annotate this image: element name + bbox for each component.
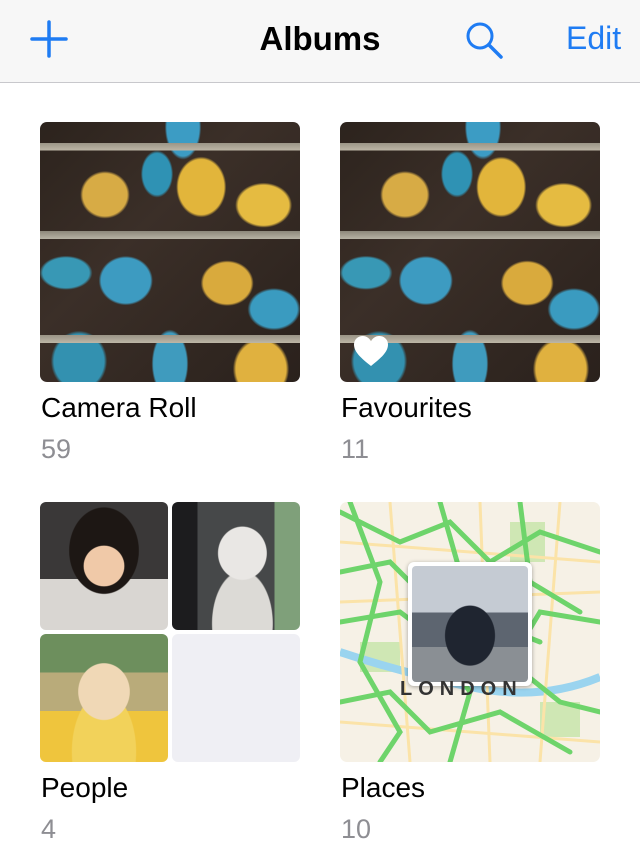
navigation-bar: Albums Edit — [0, 0, 640, 83]
album-name: Camera Roll — [41, 392, 197, 423]
album-name: Favourites — [341, 392, 472, 423]
album-thumbnail — [40, 122, 300, 382]
album-camera-roll[interactable]: Camera Roll 59 — [40, 122, 300, 467]
album-places[interactable]: LONDON Places 10 — [340, 502, 600, 847]
edit-button[interactable]: Edit — [566, 20, 621, 57]
album-count: 10 — [341, 814, 372, 844]
heart-icon — [354, 336, 388, 366]
person-thumbnail — [172, 502, 300, 630]
album-name: Places — [341, 772, 426, 803]
person-thumbnail — [40, 634, 168, 762]
map-photo — [412, 566, 528, 682]
album-favourites[interactable]: Favourites 11 — [340, 122, 600, 467]
album-count: 4 — [41, 814, 57, 844]
search-icon[interactable] — [464, 20, 504, 60]
map-photo-pin — [408, 562, 532, 686]
map-city-label: LONDON — [400, 678, 523, 700]
album-thumbnail — [340, 122, 600, 382]
person-thumbnail — [40, 502, 168, 630]
page-title: Albums — [259, 20, 381, 57]
album-people[interactable]: People 4 — [40, 502, 300, 847]
album-name: People — [41, 772, 129, 803]
album-count: 59 — [41, 434, 72, 464]
empty-thumbnail — [172, 634, 300, 762]
map-thumbnail: LONDON — [340, 502, 600, 762]
album-count: 11 — [341, 434, 370, 464]
